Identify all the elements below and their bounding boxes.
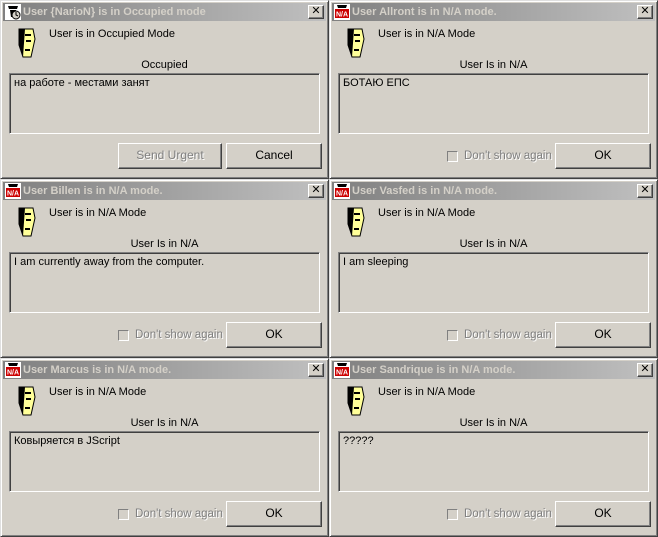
mode-line: User is in N/A Mode [378,28,476,40]
dialog-title: User Billen is in N/A mode. [23,185,163,197]
close-icon: ✕ [640,184,650,196]
dont-show-again-label: Don't show again [135,508,223,520]
occupied-dialog: User {NarioN} is in Occupied mode ✕ User… [0,0,329,179]
ok-button[interactable]: OK [555,143,651,169]
close-icon: ✕ [311,184,321,196]
user-face-icon [18,207,36,237]
user-face-icon [18,386,36,416]
dialog-titlebar[interactable]: N/A User Billen is in N/A mode. ✕ [3,182,326,200]
ok-button[interactable]: OK [555,322,651,348]
na-status-icon: N/A [5,183,21,199]
na-status-icon: N/A [5,362,21,378]
status-caption: User Is in N/A [459,59,528,71]
na-dialog: N/A User Marcus is in N/A mode. ✕ User i… [0,358,329,537]
ok-button[interactable]: OK [226,501,322,527]
dialog-title: User Vasfed is in N/A mode. [352,185,498,197]
dialog-titlebar[interactable]: N/A User Allront is in N/A mode. ✕ [332,3,655,21]
away-message-field[interactable]: ????? [338,431,649,492]
away-message-field[interactable]: I am currently away from the computer. [9,252,320,313]
close-button[interactable]: ✕ [637,5,653,19]
na-status-icon: N/A [334,362,350,378]
close-button[interactable]: ✕ [637,363,653,377]
na-status-icon: N/A [334,4,350,20]
status-caption: User Is in N/A [459,417,528,429]
na-dialog: N/A User Vasfed is in N/A mode. ✕ User i… [329,179,658,358]
na-status-icon: N/A [334,183,350,199]
svg-text:N/A: N/A [336,370,348,377]
na-dialog: N/A User Sandrique is in N/A mode. ✕ Use… [329,358,658,537]
dont-show-again-label: Don't show again [464,329,552,341]
dialog-title: User Sandrique is in N/A mode. [352,364,516,376]
mode-line: User is in N/A Mode [378,207,476,219]
user-face-icon [347,207,365,237]
user-face-icon [18,28,36,58]
away-message-field[interactable]: БОТАЮ ЕПС [338,73,649,134]
dialog-title: User Marcus is in N/A mode. [23,364,172,376]
mode-line: User is in N/A Mode [49,386,147,398]
close-icon: ✕ [640,363,650,375]
checkbox-box[interactable] [447,151,458,162]
dialog-titlebar[interactable]: User {NarioN} is in Occupied mode ✕ [3,3,326,21]
dont-show-again-label: Don't show again [135,329,223,341]
svg-text:N/A: N/A [336,191,348,198]
mode-line: User is in Occupied Mode [49,28,175,40]
dialog-title: User {NarioN} is in Occupied mode [23,6,206,18]
close-button[interactable]: ✕ [308,184,324,198]
away-message-field[interactable]: Ковыряется в JScript [9,431,320,492]
status-caption: User Is in N/A [130,238,199,250]
checkbox-box[interactable] [447,509,458,520]
away-message-field[interactable]: на работе - местами занят [9,73,320,134]
cancel-button[interactable]: Cancel [226,143,322,169]
away-message-field[interactable]: I am sleeping [338,252,649,313]
dialog-titlebar[interactable]: N/A User Vasfed is in N/A mode. ✕ [332,182,655,200]
dialog-title: User Allront is in N/A mode. [352,6,497,18]
checkbox-box[interactable] [447,330,458,341]
occupied-status-icon [5,4,21,20]
na-dialog: N/A User Allront is in N/A mode. ✕ User … [329,0,658,179]
close-button[interactable]: ✕ [308,5,324,19]
status-caption: User Is in N/A [130,417,199,429]
mode-line: User is in N/A Mode [378,386,476,398]
dialog-titlebar[interactable]: N/A User Sandrique is in N/A mode. ✕ [332,361,655,379]
close-icon: ✕ [311,5,321,17]
dialog-titlebar[interactable]: N/A User Marcus is in N/A mode. ✕ [3,361,326,379]
close-button[interactable]: ✕ [308,363,324,377]
ok-button[interactable]: OK [226,322,322,348]
svg-text:N/A: N/A [336,12,348,19]
close-button[interactable]: ✕ [637,184,653,198]
mode-line: User is in N/A Mode [49,207,147,219]
user-face-icon [347,386,365,416]
status-caption: User Is in N/A [459,238,528,250]
checkbox-box[interactable] [118,330,129,341]
dont-show-again-label: Don't show again [464,150,552,162]
close-icon: ✕ [311,363,321,375]
send-urgent-button[interactable]: Send Urgent [118,143,222,169]
svg-text:N/A: N/A [7,191,19,198]
svg-text:N/A: N/A [7,370,19,377]
na-dialog: N/A User Billen is in N/A mode. ✕ User i… [0,179,329,358]
status-caption: Occupied [141,59,188,71]
close-icon: ✕ [640,5,650,17]
user-face-icon [347,28,365,58]
ok-button[interactable]: OK [555,501,651,527]
checkbox-box[interactable] [118,509,129,520]
dont-show-again-label: Don't show again [464,508,552,520]
